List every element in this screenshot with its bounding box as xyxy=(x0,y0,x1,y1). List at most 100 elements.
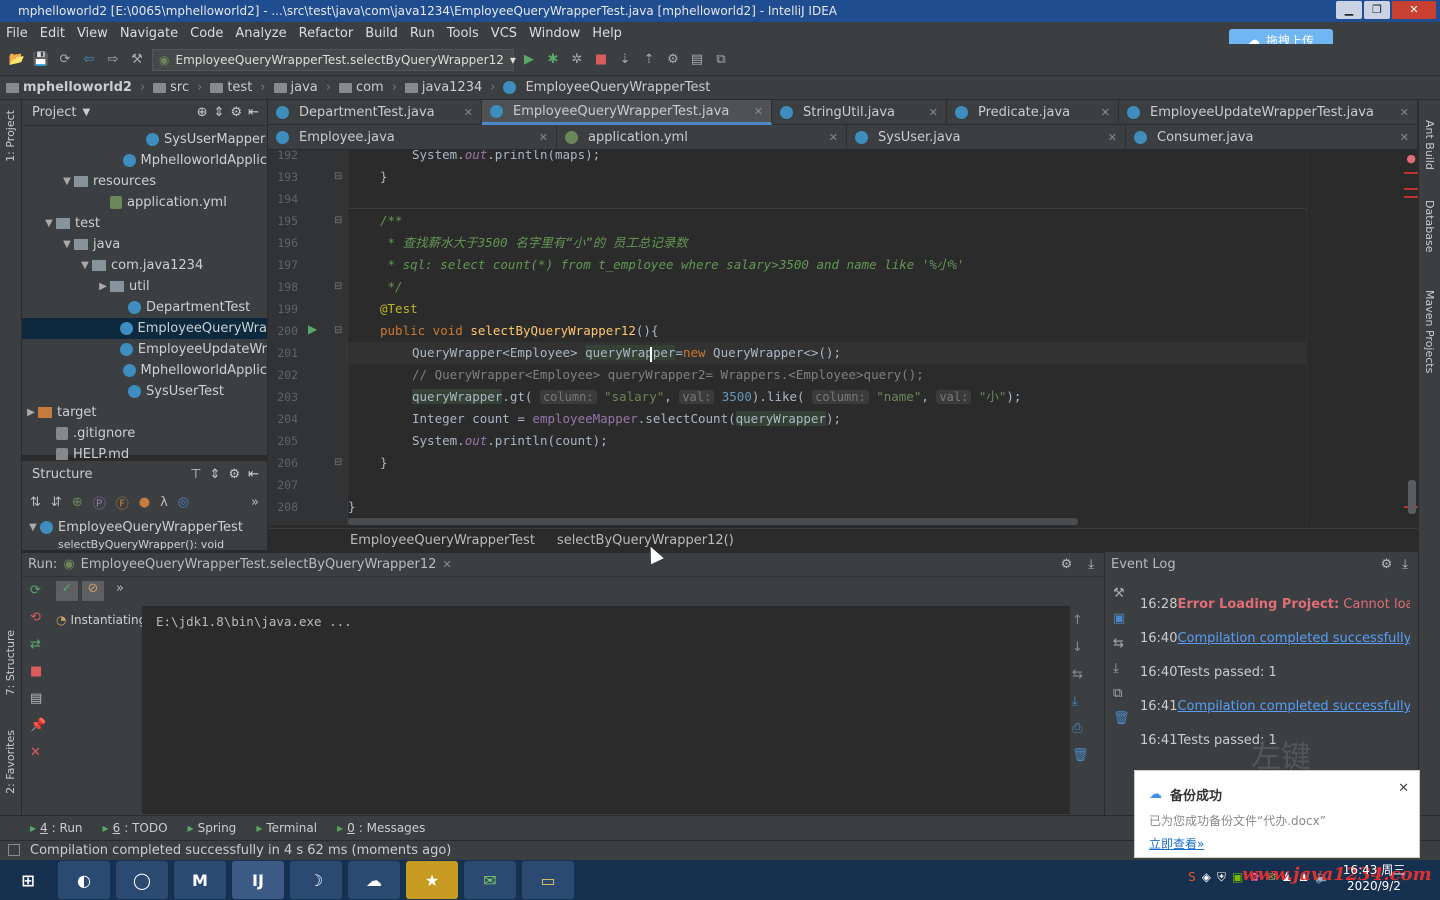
trash-icon[interactable]: 🗑 xyxy=(1072,748,1089,763)
event-text[interactable]: Compilation completed successfully in 6 xyxy=(1177,631,1410,646)
menu-window[interactable]: Window xyxy=(529,26,580,41)
sort-alpha-icon[interactable]: ⇅ xyxy=(30,495,41,510)
up-icon[interactable]: ↑ xyxy=(1072,613,1089,628)
editor-tab[interactable]: StringUtil.java ✕ xyxy=(772,100,947,125)
toggle-auto-test-icon[interactable]: ⇄ xyxy=(30,637,46,652)
menu-analyze[interactable]: Analyze xyxy=(235,26,286,41)
nav-crumb[interactable]: EmployeeQueryWrapperTest xyxy=(503,80,710,95)
tree-item[interactable]: SysUserMapper xyxy=(22,129,267,150)
nonpublic-icon[interactable]: ● xyxy=(139,495,150,510)
close-icon[interactable]: ✕ xyxy=(1101,106,1110,119)
tree-item[interactable]: ▶ target xyxy=(22,402,267,423)
error-mark[interactable] xyxy=(1404,196,1418,198)
menu-refactor[interactable]: Refactor xyxy=(299,26,354,41)
gear-icon[interactable]: ⚙ xyxy=(230,105,242,120)
editor-tab[interactable]: DepartmentTest.java ✕ xyxy=(268,100,482,125)
editor-tab[interactable]: Consumer.java ✕ xyxy=(1126,125,1418,150)
menu-vcs[interactable]: VCS xyxy=(491,26,517,41)
close-icon[interactable]: ✕ xyxy=(829,131,838,144)
properties-icon[interactable]: Ⓟ xyxy=(93,493,106,512)
more-icon[interactable]: » xyxy=(116,581,124,601)
sort-type-icon[interactable]: ⇵ xyxy=(51,495,62,510)
bottom-tab[interactable]: ▸ 4: Run xyxy=(30,821,83,835)
error-indicator-icon[interactable]: ● xyxy=(1406,152,1416,165)
fold-icon[interactable]: ⊟ xyxy=(334,457,342,468)
minimize-button[interactable]: ▁ xyxy=(1336,1,1362,19)
save-icon[interactable]: 💾 xyxy=(32,51,50,69)
nav-crumb[interactable]: test xyxy=(210,80,252,95)
stop-icon[interactable]: ■ xyxy=(592,51,610,69)
nav-crumb[interactable]: src xyxy=(153,80,189,95)
vcs-commit-icon[interactable]: ⇡ xyxy=(640,51,658,69)
bottom-tab[interactable]: ▸ Terminal xyxy=(256,821,317,835)
editor-tab[interactable]: Predicate.java ✕ xyxy=(947,100,1119,125)
layout-icon[interactable]: ▤ xyxy=(30,691,46,706)
event-text[interactable]: Compilation completed successfully in 4 xyxy=(1177,699,1410,714)
close-icon[interactable]: ✕ xyxy=(1400,131,1409,144)
anon-icon[interactable]: ◎ xyxy=(178,495,189,510)
menu-tools[interactable]: Tools xyxy=(447,26,479,41)
tree-item[interactable]: EmployeeUpdateWr xyxy=(22,339,267,360)
menu-code[interactable]: Code xyxy=(190,26,223,41)
tray-box-icon[interactable]: ◈ xyxy=(1202,870,1211,885)
run-config-select[interactable]: ◉ EmployeeQueryWrapperTest.selectByQuery… xyxy=(152,48,516,71)
tool-structure[interactable]: 7: Structure xyxy=(4,630,17,695)
stop-icon[interactable]: ■ xyxy=(30,664,46,679)
taskbar-explorer-icon[interactable]: ▭ xyxy=(522,861,574,899)
taskbar-intellij-icon[interactable]: IJ xyxy=(232,861,284,899)
locate-icon[interactable]: ⊕ xyxy=(197,105,208,120)
menu-edit[interactable]: Edit xyxy=(40,26,65,41)
scroll-end-icon[interactable]: ⤓ xyxy=(1072,694,1089,709)
vcs-update-icon[interactable]: ⇣ xyxy=(616,51,634,69)
close-icon[interactable]: ✕ xyxy=(754,105,763,118)
bottom-tab[interactable]: ▸ Spring xyxy=(188,821,237,835)
show-ignored-icon[interactable]: ⊘ xyxy=(82,581,104,601)
editor-tab[interactable]: EmployeeUpdateWrapperTest.java ✕ xyxy=(1119,100,1418,125)
sort-icon[interactable]: ⊤ xyxy=(190,467,201,482)
editor-tab[interactable]: SysUser.java ✕ xyxy=(847,125,1126,150)
close-icon[interactable]: ✕ xyxy=(929,106,938,119)
nav-crumb[interactable]: mphelloworld2 xyxy=(6,80,132,95)
taskbar-app-icon[interactable]: ◐ xyxy=(58,861,110,899)
breadcrumb-class[interactable]: EmployeeQueryWrapperTest xyxy=(350,533,535,548)
editor-tab[interactable]: application.yml ✕ xyxy=(557,125,847,150)
build-icon[interactable]: ⚒ xyxy=(128,51,146,69)
inherited-icon[interactable]: ⊕ xyxy=(72,495,83,510)
sdk-icon[interactable]: ⧉ xyxy=(712,51,730,69)
close-icon[interactable]: ✕ xyxy=(1398,781,1409,796)
event-log-entry[interactable]: 16:28Error Loading Project: Cannot load … xyxy=(1140,597,1410,612)
copy-icon[interactable]: ⧉ xyxy=(1113,686,1130,701)
console-output[interactable]: E:\jdk1.8\bin\java.exe ... xyxy=(142,606,1070,814)
bottom-tab[interactable]: ▸ 6: TODO xyxy=(103,821,168,835)
event-log-entry[interactable]: 16:40Tests passed: 1 xyxy=(1140,665,1410,680)
expand-arrow-icon[interactable]: ▶ xyxy=(24,407,38,418)
error-mark[interactable] xyxy=(1404,172,1418,174)
close-icon[interactable]: ✕ xyxy=(1400,106,1409,119)
expand-arrow-icon[interactable]: ▼ xyxy=(60,239,74,250)
expand-arrow-icon[interactable]: ▼ xyxy=(42,218,56,229)
nav-crumb[interactable]: java xyxy=(273,80,318,95)
tree-item[interactable]: ▼ java xyxy=(22,234,267,255)
nav-crumb[interactable]: com xyxy=(338,80,384,95)
fold-icon[interactable]: ⊟ xyxy=(334,325,342,336)
taskbar-cloud-icon[interactable]: ☁ xyxy=(348,861,400,899)
taskbar-eclipse-icon[interactable]: ☽ xyxy=(290,861,342,899)
tree-item[interactable]: ▼ test xyxy=(22,213,267,234)
taskbar-browser-icon[interactable]: ◯ xyxy=(116,861,168,899)
menu-help[interactable]: Help xyxy=(592,26,622,41)
tree-item[interactable]: ▼ resources xyxy=(22,171,267,192)
coverage-icon[interactable]: ✲ xyxy=(568,51,586,69)
expand-arrow-icon[interactable]: ▼ xyxy=(60,176,74,187)
gear-icon[interactable]: ⚙ xyxy=(228,467,240,482)
forward-icon[interactable]: ⇨ xyxy=(104,51,122,69)
taskbar-wechat-icon[interactable]: ✉ xyxy=(464,861,516,899)
error-mark[interactable] xyxy=(1404,188,1418,190)
tool-favorites[interactable]: 2: Favorites xyxy=(4,730,17,794)
close-icon[interactable]: ✕ xyxy=(442,558,451,571)
status-icon[interactable] xyxy=(8,844,20,856)
tool-project[interactable]: 1: Project xyxy=(4,110,17,162)
breadcrumb-method[interactable]: selectByQueryWrapper12() xyxy=(557,533,734,548)
expand-arrow-icon[interactable]: ▶ xyxy=(96,281,110,292)
run-config-tab[interactable]: EmployeeQueryWrapperTest.selectByQueryWr… xyxy=(81,557,437,572)
editor-horizontal-scrollbar[interactable] xyxy=(348,518,1078,525)
